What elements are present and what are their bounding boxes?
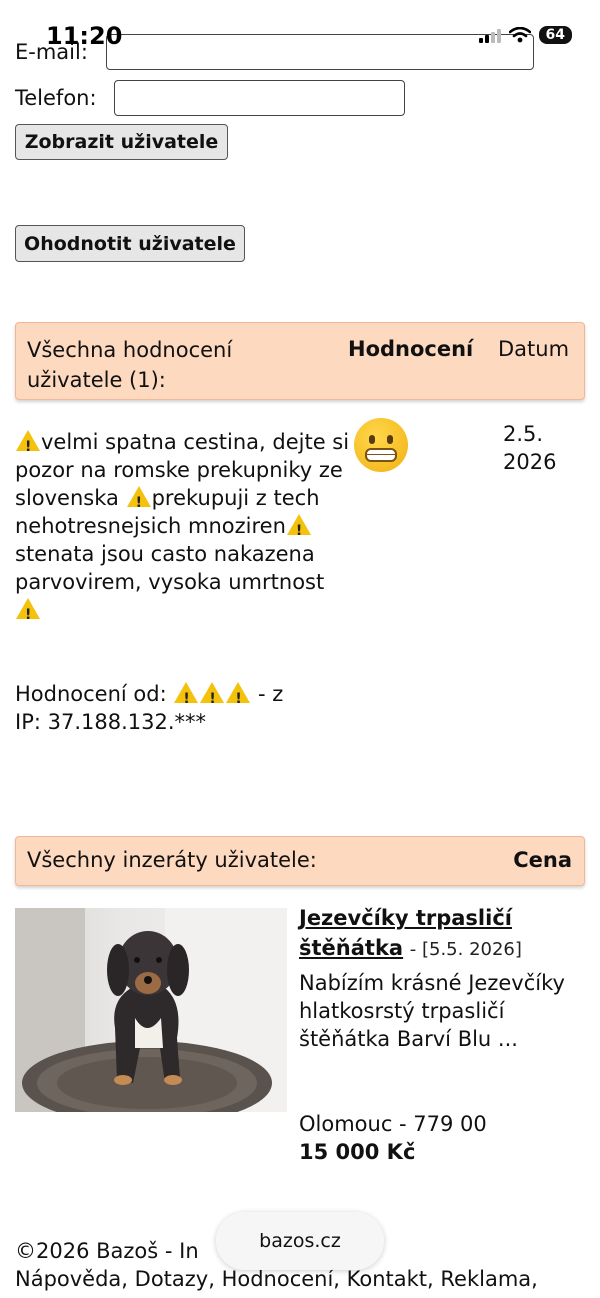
listing-price: 15 000 Kč [299,1140,416,1164]
grimacing-face-icon [354,418,408,472]
footer-copyright: ©2026 Bazoš - In [15,1239,199,1263]
ratings-header-title: Všechna hodnocení uživatele (1): [27,338,233,392]
warning-icon [200,682,225,713]
warning-icon [16,430,40,461]
phone-label: Telefon: [15,86,97,110]
rating-ip: IP: 37.188.132.*** [15,710,207,734]
warning-icon [226,682,251,713]
rating-from-suffix: - z [258,682,284,706]
rate-user-button[interactable]: Ohodnotit uživatele [15,225,245,262]
ratings-header-rating: Hodnocení [348,337,474,361]
phone-field[interactable] [114,80,405,116]
email-field[interactable] [106,34,534,70]
battery-icon: 64 [538,26,572,44]
signal-icon [478,27,501,43]
status-icons: 64 [478,26,572,44]
rating-from-label: Hodnocení od: [15,682,167,706]
ratings-header-date: Datum [498,337,570,361]
browser-address-pill[interactable]: bazos.cz [216,1212,384,1270]
listing-location: Olomouc - 779 00 [299,1112,487,1136]
review-date: 2.5. 2026 [503,422,557,474]
rating-from: Hodnocení od: - z [15,680,335,713]
review-text: velmi spatna cestina, dejte si pozor na … [15,428,355,629]
status-time: 11:20 [46,22,123,50]
listing-image[interactable] [15,908,287,1112]
warning-icon [126,486,151,517]
listing-date: - [5.5. 2026] [409,939,522,960]
warning-icon [174,682,199,713]
warning-icon [286,514,311,545]
listing-title-block: Jezevčíky trpasličí štěňátka - [5.5. 202… [299,903,589,965]
review-part3: stenata jsou casto nakazena parvovirem, … [15,542,325,594]
listings-header: Všechny inzeráty uživatele: Cena [15,836,585,886]
listings-header-title: Všechny inzeráty uživatele: [27,848,317,872]
listing-description: Nabízím krásné Jezevčíky hlatkosrstý trp… [299,971,565,1051]
show-user-button[interactable]: Zobrazit uživatele [15,124,228,160]
ratings-header: Všechna hodnocení uživatele (1): Hodnoce… [15,322,585,400]
wifi-icon [508,27,531,43]
listings-header-price: Cena [513,848,572,872]
warning-icon [16,598,40,629]
